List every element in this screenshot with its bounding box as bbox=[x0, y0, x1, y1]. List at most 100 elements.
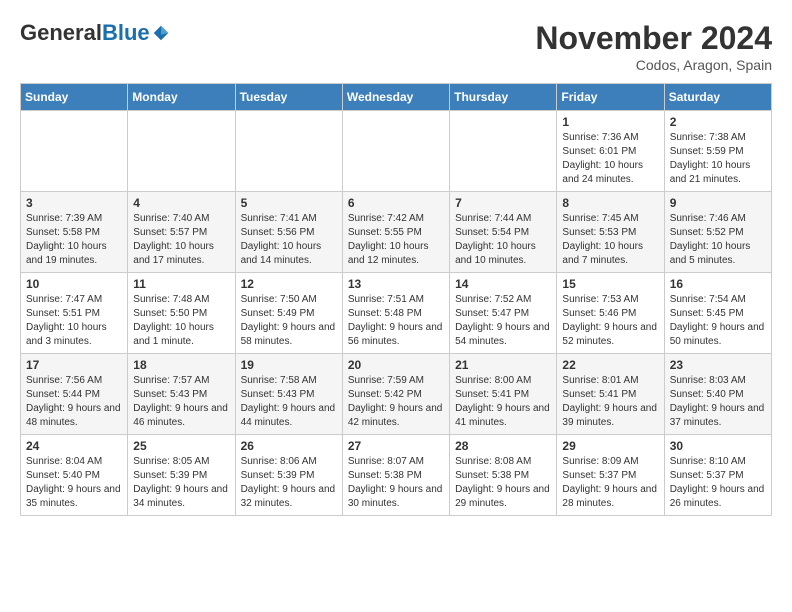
logo-general: GeneralBlue bbox=[20, 20, 150, 46]
day-number: 17 bbox=[26, 358, 122, 372]
calendar-cell: 12Sunrise: 7:50 AM Sunset: 5:49 PM Dayli… bbox=[235, 273, 342, 354]
day-info: Sunrise: 7:40 AM Sunset: 5:57 PM Dayligh… bbox=[133, 212, 229, 268]
calendar-cell: 19 Sunrise: 7:58 AM Sunset: 5:43 PM Dayli… bbox=[235, 354, 342, 435]
day-info: Sunrise: 7:39 AM Sunset: 5:58 PM Dayligh… bbox=[26, 212, 122, 268]
calendar-cell: 30 Sunrise: 8:10 AM Sunset: 5:37 PM Dayli… bbox=[664, 435, 771, 516]
day-info: Sunrise: 8:04 AM Sunset: 5:40 PM Dayligh… bbox=[26, 455, 122, 511]
day-info: Sunrise: 7:59 AM Sunset: 5:42 PM Dayligh… bbox=[348, 374, 444, 430]
day-info: Sunrise: 7:58 AM Sunset: 5:43 PM Dayligh… bbox=[241, 374, 337, 430]
day-info: Sunrise: 8:08 AM Sunset: 5:38 PM Dayligh… bbox=[455, 455, 551, 511]
day-info: Sunrise: 8:01 AM Sunset: 5:41 PM Dayligh… bbox=[562, 374, 658, 430]
calendar-cell: 24 Sunrise: 8:04 AM Sunset: 5:40 PM Dayli… bbox=[21, 435, 128, 516]
calendar-week-row: 1Sunrise: 7:36 AM Sunset: 6:01 PM Daylig… bbox=[21, 111, 772, 192]
day-info: Sunrise: 8:03 AM Sunset: 5:40 PM Dayligh… bbox=[670, 374, 766, 430]
day-info: Sunrise: 7:53 AM Sunset: 5:46 PM Dayligh… bbox=[562, 293, 658, 349]
logo-icon bbox=[152, 24, 170, 42]
calendar-cell: 29 Sunrise: 8:09 AM Sunset: 5:37 PM Dayli… bbox=[557, 435, 664, 516]
day-number: 29 bbox=[562, 439, 658, 453]
location: Codos, Aragon, Spain bbox=[535, 57, 772, 73]
day-info: Sunrise: 7:47 AM Sunset: 5:51 PM Dayligh… bbox=[26, 293, 122, 349]
day-number: 6 bbox=[348, 196, 444, 210]
day-number: 2 bbox=[670, 115, 766, 129]
calendar-cell: 14Sunrise: 7:52 AM Sunset: 5:47 PM Dayli… bbox=[450, 273, 557, 354]
calendar-cell: 16 Sunrise: 7:54 AM Sunset: 5:45 PM Dayli… bbox=[664, 273, 771, 354]
calendar-cell: 17 Sunrise: 7:56 AM Sunset: 5:44 PM Dayli… bbox=[21, 354, 128, 435]
calendar-week-row: 3 Sunrise: 7:39 AM Sunset: 5:58 PM Daylig… bbox=[21, 192, 772, 273]
day-number: 11 bbox=[133, 277, 229, 291]
day-number: 9 bbox=[670, 196, 766, 210]
day-info: Sunrise: 7:44 AM Sunset: 5:54 PM Dayligh… bbox=[455, 212, 551, 268]
day-number: 24 bbox=[26, 439, 122, 453]
header-row: SundayMondayTuesdayWednesdayThursdayFrid… bbox=[21, 84, 772, 111]
calendar-cell bbox=[235, 111, 342, 192]
day-number: 8 bbox=[562, 196, 658, 210]
day-number: 20 bbox=[348, 358, 444, 372]
page-header: GeneralBlue November 2024 Codos, Aragon,… bbox=[20, 20, 772, 73]
day-info: Sunrise: 8:10 AM Sunset: 5:37 PM Dayligh… bbox=[670, 455, 766, 511]
calendar-week-row: 24 Sunrise: 8:04 AM Sunset: 5:40 PM Dayli… bbox=[21, 435, 772, 516]
calendar-cell: 4 Sunrise: 7:40 AM Sunset: 5:57 PM Daylig… bbox=[128, 192, 235, 273]
calendar-header: SundayMondayTuesdayWednesdayThursdayFrid… bbox=[21, 84, 772, 111]
calendar-cell: 23 Sunrise: 8:03 AM Sunset: 5:40 PM Dayli… bbox=[664, 354, 771, 435]
day-number: 5 bbox=[241, 196, 337, 210]
calendar-cell: 21 Sunrise: 8:00 AM Sunset: 5:41 PM Dayli… bbox=[450, 354, 557, 435]
calendar-cell: 26 Sunrise: 8:06 AM Sunset: 5:39 PM Dayli… bbox=[235, 435, 342, 516]
day-info: Sunrise: 7:38 AM Sunset: 5:59 PM Dayligh… bbox=[670, 131, 766, 187]
day-info: Sunrise: 7:42 AM Sunset: 5:55 PM Dayligh… bbox=[348, 212, 444, 268]
day-info: Sunrise: 7:46 AM Sunset: 5:52 PM Dayligh… bbox=[670, 212, 766, 268]
calendar-cell: 5 Sunrise: 7:41 AM Sunset: 5:56 PM Daylig… bbox=[235, 192, 342, 273]
day-number: 26 bbox=[241, 439, 337, 453]
calendar-cell: 3 Sunrise: 7:39 AM Sunset: 5:58 PM Daylig… bbox=[21, 192, 128, 273]
calendar-cell: 11Sunrise: 7:48 AM Sunset: 5:50 PM Dayli… bbox=[128, 273, 235, 354]
day-number: 22 bbox=[562, 358, 658, 372]
day-number: 3 bbox=[26, 196, 122, 210]
calendar-cell: 20 Sunrise: 7:59 AM Sunset: 5:42 PM Dayli… bbox=[342, 354, 449, 435]
day-number: 15 bbox=[562, 277, 658, 291]
calendar-cell: 13Sunrise: 7:51 AM Sunset: 5:48 PM Dayli… bbox=[342, 273, 449, 354]
calendar-cell bbox=[128, 111, 235, 192]
logo: GeneralBlue bbox=[20, 20, 170, 46]
day-number: 7 bbox=[455, 196, 551, 210]
month-title: November 2024 bbox=[535, 20, 772, 57]
day-info: Sunrise: 8:06 AM Sunset: 5:39 PM Dayligh… bbox=[241, 455, 337, 511]
day-of-week-header: Wednesday bbox=[342, 84, 449, 111]
day-info: Sunrise: 7:41 AM Sunset: 5:56 PM Dayligh… bbox=[241, 212, 337, 268]
calendar-cell: 22 Sunrise: 8:01 AM Sunset: 5:41 PM Dayli… bbox=[557, 354, 664, 435]
day-of-week-header: Friday bbox=[557, 84, 664, 111]
day-info: Sunrise: 7:36 AM Sunset: 6:01 PM Dayligh… bbox=[562, 131, 658, 187]
day-info: Sunrise: 8:09 AM Sunset: 5:37 PM Dayligh… bbox=[562, 455, 658, 511]
day-number: 21 bbox=[455, 358, 551, 372]
calendar-cell: 9 Sunrise: 7:46 AM Sunset: 5:52 PM Daylig… bbox=[664, 192, 771, 273]
calendar-cell bbox=[342, 111, 449, 192]
calendar-cell: 15 Sunrise: 7:53 AM Sunset: 5:46 PM Dayli… bbox=[557, 273, 664, 354]
day-number: 13 bbox=[348, 277, 444, 291]
calendar-cell: 25Sunrise: 8:05 AM Sunset: 5:39 PM Dayli… bbox=[128, 435, 235, 516]
day-info: Sunrise: 7:52 AM Sunset: 5:47 PM Dayligh… bbox=[455, 293, 551, 349]
calendar-cell: 18Sunrise: 7:57 AM Sunset: 5:43 PM Dayli… bbox=[128, 354, 235, 435]
calendar-week-row: 17 Sunrise: 7:56 AM Sunset: 5:44 PM Dayli… bbox=[21, 354, 772, 435]
calendar-cell: 8 Sunrise: 7:45 AM Sunset: 5:53 PM Daylig… bbox=[557, 192, 664, 273]
calendar-body: 1Sunrise: 7:36 AM Sunset: 6:01 PM Daylig… bbox=[21, 111, 772, 516]
day-info: Sunrise: 7:45 AM Sunset: 5:53 PM Dayligh… bbox=[562, 212, 658, 268]
calendar-cell bbox=[450, 111, 557, 192]
title-block: November 2024 Codos, Aragon, Spain bbox=[535, 20, 772, 73]
day-number: 16 bbox=[670, 277, 766, 291]
calendar-cell: 2 Sunrise: 7:38 AM Sunset: 5:59 PM Daylig… bbox=[664, 111, 771, 192]
day-number: 28 bbox=[455, 439, 551, 453]
day-number: 27 bbox=[348, 439, 444, 453]
day-number: 25 bbox=[133, 439, 229, 453]
day-info: Sunrise: 7:56 AM Sunset: 5:44 PM Dayligh… bbox=[26, 374, 122, 430]
day-number: 19 bbox=[241, 358, 337, 372]
day-of-week-header: Tuesday bbox=[235, 84, 342, 111]
day-number: 30 bbox=[670, 439, 766, 453]
calendar-cell bbox=[21, 111, 128, 192]
calendar-cell: 10Sunrise: 7:47 AM Sunset: 5:51 PM Dayli… bbox=[21, 273, 128, 354]
calendar-week-row: 10Sunrise: 7:47 AM Sunset: 5:51 PM Dayli… bbox=[21, 273, 772, 354]
day-info: Sunrise: 7:54 AM Sunset: 5:45 PM Dayligh… bbox=[670, 293, 766, 349]
day-info: Sunrise: 8:00 AM Sunset: 5:41 PM Dayligh… bbox=[455, 374, 551, 430]
day-info: Sunrise: 7:57 AM Sunset: 5:43 PM Dayligh… bbox=[133, 374, 229, 430]
calendar-cell: 7 Sunrise: 7:44 AM Sunset: 5:54 PM Daylig… bbox=[450, 192, 557, 273]
day-number: 23 bbox=[670, 358, 766, 372]
calendar-cell: 6 Sunrise: 7:42 AM Sunset: 5:55 PM Daylig… bbox=[342, 192, 449, 273]
day-number: 4 bbox=[133, 196, 229, 210]
